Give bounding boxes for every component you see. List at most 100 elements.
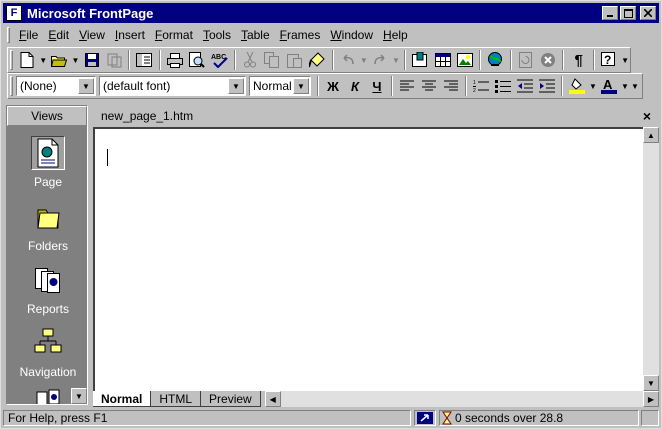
frontpage-app-icon[interactable]: F: [6, 5, 22, 21]
folder-list-button[interactable]: [133, 49, 155, 71]
maximize-icon: [623, 8, 633, 18]
hourglass-icon: [442, 411, 452, 425]
cut-button[interactable]: [239, 49, 261, 71]
tab-normal[interactable]: Normal: [93, 391, 152, 407]
reports-view-icon: [31, 263, 65, 297]
copy-icon: [264, 52, 280, 68]
align-right-button[interactable]: [440, 75, 462, 97]
bullets-button[interactable]: [492, 75, 514, 97]
close-document-button[interactable]: ×: [639, 108, 655, 124]
highlight-color-button[interactable]: [566, 75, 588, 97]
paste-button[interactable]: [284, 49, 306, 71]
publish-web-button[interactable]: [103, 49, 125, 71]
print-preview-button[interactable]: [186, 49, 208, 71]
stop-button[interactable]: [537, 49, 559, 71]
menu-tools[interactable]: Tools: [198, 28, 236, 42]
status-size-grip[interactable]: [641, 410, 659, 426]
insert-table-button[interactable]: [431, 49, 453, 71]
page-editor[interactable]: [93, 127, 643, 391]
standard-toolbar: ▼ ▼ ABC ▼ ▼ ¶ ? ▼: [7, 47, 631, 73]
align-center-button[interactable]: [418, 75, 440, 97]
menu-table[interactable]: Table: [236, 28, 275, 42]
font-size-select[interactable]: Normal ▼: [249, 76, 311, 96]
numbering-button[interactable]: 12: [470, 75, 492, 97]
view-page[interactable]: Page: [7, 136, 89, 196]
help-button[interactable]: ?: [598, 49, 620, 71]
redo-button[interactable]: [369, 49, 391, 71]
toolbar-separator: [331, 50, 334, 70]
title-bar[interactable]: F Microsoft FrontPage: [3, 3, 659, 23]
open-button[interactable]: [48, 49, 70, 71]
menu-edit[interactable]: Edit: [43, 28, 74, 42]
scroll-left-button[interactable]: ◀: [264, 391, 281, 407]
pilcrow-icon: ¶: [574, 51, 583, 69]
view-reports[interactable]: Reports: [7, 263, 89, 323]
hyperlink-button[interactable]: [484, 49, 506, 71]
highlight-dropdown-arrow[interactable]: ▼: [588, 75, 598, 97]
views-scroll-down-button[interactable]: ▼: [71, 388, 87, 404]
open-dropdown-arrow[interactable]: ▼: [71, 49, 81, 71]
view-folders[interactable]: Folders: [7, 200, 89, 260]
horizontal-scrollbar[interactable]: ◀ ▶: [264, 391, 659, 407]
scroll-up-button[interactable]: ▲: [643, 127, 659, 143]
style-select[interactable]: (None) ▼: [16, 76, 96, 96]
view-navigation[interactable]: Navigation: [7, 326, 89, 386]
underline-button[interactable]: Ч: [366, 75, 388, 97]
save-disk-icon: [84, 53, 99, 67]
italic-icon: К: [351, 78, 359, 94]
menu-window[interactable]: Window: [325, 28, 378, 42]
menu-view[interactable]: View: [74, 28, 110, 42]
increase-indent-button[interactable]: [536, 75, 558, 97]
toolbar-grip[interactable]: [10, 76, 13, 96]
increase-indent-icon: [539, 79, 555, 93]
new-dropdown-arrow[interactable]: ▼: [38, 49, 48, 71]
print-button[interactable]: [164, 49, 186, 71]
undo-button[interactable]: [337, 49, 359, 71]
font-select[interactable]: (default font) ▼: [99, 76, 246, 96]
toolbar-options-arrow[interactable]: ▼: [630, 75, 640, 97]
chevron-down-icon[interactable]: ▼: [228, 78, 244, 94]
align-left-button[interactable]: [396, 75, 418, 97]
view-tabs-bar: Normal HTML Preview ◀ ▶: [93, 391, 659, 407]
decrease-indent-button[interactable]: [514, 75, 536, 97]
format-painter-button[interactable]: [306, 49, 328, 71]
scroll-track[interactable]: [281, 391, 643, 407]
scroll-down-button[interactable]: ▼: [643, 375, 659, 391]
menu-help[interactable]: Help: [378, 28, 413, 42]
menu-format[interactable]: Format: [150, 28, 198, 42]
menu-frames[interactable]: Frames: [275, 28, 326, 42]
tab-preview[interactable]: Preview: [201, 391, 261, 407]
menu-file[interactable]: File: [14, 28, 43, 42]
underline-icon: Ч: [372, 78, 382, 94]
tab-html[interactable]: HTML: [151, 391, 202, 407]
font-color-dropdown-arrow[interactable]: ▼: [620, 75, 630, 97]
undo-dropdown-arrow[interactable]: ▼: [359, 49, 369, 71]
insert-component-button[interactable]: [409, 49, 431, 71]
redo-icon: [374, 54, 385, 65]
bold-button[interactable]: Ж: [322, 75, 344, 97]
save-button[interactable]: [80, 49, 102, 71]
hyperlinks-view-icon[interactable]: [33, 388, 63, 404]
redo-dropdown-arrow[interactable]: ▼: [391, 49, 401, 71]
toolbar-options-arrow[interactable]: ▼: [620, 49, 630, 71]
maximize-button[interactable]: [620, 6, 636, 20]
chevron-down-icon[interactable]: ▼: [78, 78, 94, 94]
close-button[interactable]: [640, 6, 656, 20]
minimize-button[interactable]: [602, 6, 618, 20]
menu-insert[interactable]: Insert: [110, 28, 150, 42]
align-center-icon: [422, 80, 436, 91]
chevron-down-icon[interactable]: ▼: [293, 78, 309, 94]
vertical-scrollbar[interactable]: ▲ ▼: [643, 127, 659, 391]
scroll-right-button[interactable]: ▶: [643, 391, 659, 407]
spelling-button[interactable]: ABC: [208, 49, 230, 71]
copy-button[interactable]: [261, 49, 283, 71]
new-page-button[interactable]: [16, 49, 38, 71]
italic-button[interactable]: К: [344, 75, 366, 97]
show-all-button[interactable]: ¶: [567, 49, 589, 71]
refresh-button[interactable]: [515, 49, 537, 71]
menubar-grip[interactable]: [7, 27, 10, 43]
font-color-button[interactable]: A: [598, 75, 620, 97]
insert-picture-button[interactable]: [454, 49, 476, 71]
decrease-indent-icon: [517, 79, 533, 93]
toolbar-grip[interactable]: [10, 50, 13, 70]
